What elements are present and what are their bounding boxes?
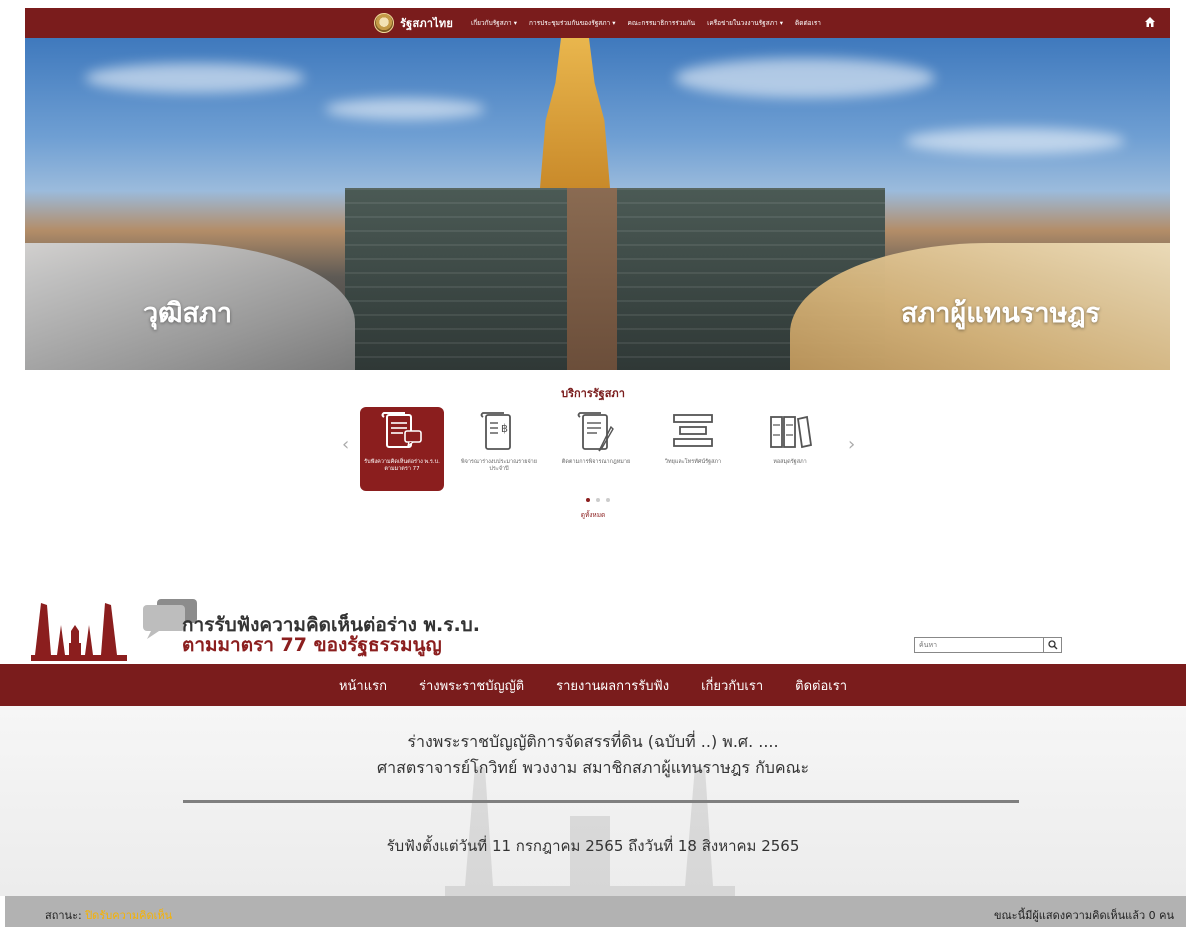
nav-bills[interactable]: ร่างพระราชบัญญัติ <box>419 675 524 696</box>
bill-proposer: ศาสตราจารย์โกวิทย์ พวงงาม สมาชิกสภาผู้แท… <box>376 758 810 777</box>
broadcast-icon <box>673 414 713 447</box>
service-label: วิทยุและโทรทัศน์รัฐสภา <box>664 459 722 465</box>
service-public-hearing[interactable]: รับฟังความคิดเห็นต่อร่าง พ.ร.บ. ตามมาตรา… <box>360 407 444 491</box>
bill-title: ร่างพระราชบัญญัติการจัดสรรที่ดิน (ฉบับที… <box>407 732 779 751</box>
service-label: หอสมุดรัฐสภา <box>773 459 807 465</box>
menu-joint-committee[interactable]: คณะกรรมาธิการร่วมกัน <box>628 18 696 28</box>
law-tracking-icon <box>577 412 614 452</box>
cloud-shape <box>675 58 935 98</box>
brand[interactable]: รัฐสภาไทย <box>374 13 453 33</box>
carousel-dot[interactable] <box>586 498 590 502</box>
democracy-monument-logo <box>31 599 197 661</box>
nav-hearing-report[interactable]: รายงานผลการรับฟัง <box>556 675 669 696</box>
status-label: สถานะ: <box>45 909 82 922</box>
status-bar: สถานะ: ปิดรับความคิดเห็น ขณะนี้มีผู้แสดง… <box>5 896 1186 927</box>
comment-count: ขณะนี้มีผู้แสดงความคิดเห็นแล้ว 0 คน <box>993 909 1174 922</box>
carousel-prev-icon[interactable]: ‹ <box>342 434 349 455</box>
search-icon <box>1047 640 1057 650</box>
senate-label[interactable]: วุฒิสภา <box>143 291 232 334</box>
service-label: ติดตามการพิจารณากฎหมาย <box>561 459 631 465</box>
cloud-shape <box>905 128 1125 154</box>
menu-contact[interactable]: ติดต่อเรา <box>795 18 821 28</box>
hearing-nav: หน้าแรก ร่างพระราชบัญญัติ รายงานผลการรับ… <box>0 664 1186 706</box>
svg-text:฿: ฿ <box>501 422 508 435</box>
see-all-link[interactable]: ดูทั้งหมด <box>0 510 1186 520</box>
status-group: สถานะ: ปิดรับความคิดเห็น <box>45 906 172 924</box>
services-carousel: รับฟังความคิดเห็นต่อร่าง พ.ร.บ. ตามมาตรา… <box>360 407 830 497</box>
nav-about-us[interactable]: เกี่ยวกับเรา <box>701 675 763 696</box>
menu-network[interactable]: เครือข่ายในวงงานรัฐสภา ▾ <box>707 18 783 28</box>
hearing-period: รับฟังตั้งแต่วันที่ 11 กรกฎาคม 2565 ถึงว… <box>386 837 800 855</box>
cloud-shape <box>325 98 485 120</box>
nav-home[interactable]: หน้าแรก <box>339 675 387 696</box>
comment-document-icon <box>381 412 422 448</box>
top-menu: เกี่ยวกับรัฐสภา ▾ การประชุมร่วมกันของรัฐ… <box>471 18 821 28</box>
house-label[interactable]: สภาผู้แทนราษฎร <box>901 291 1100 334</box>
services-title: บริการรัฐสภา <box>561 387 625 400</box>
nav-contact[interactable]: ติดต่อเรา <box>795 675 847 696</box>
carousel-dot[interactable] <box>606 498 610 502</box>
hero-banner: วุฒิสภา สภาผู้แทนราษฎร <box>25 38 1170 370</box>
top-nav: รัฐสภาไทย เกี่ยวกับรัฐสภา ▾ การประชุมร่ว… <box>25 8 1170 38</box>
hearing-title-line2: ตามมาตรา 77 ของรัฐธรรมนูญ <box>182 634 442 656</box>
brand-name: รัฐสภาไทย <box>400 17 454 30</box>
status-value: ปิดรับความคิดเห็น <box>85 909 173 922</box>
menu-joint-sitting[interactable]: การประชุมร่วมกันของรัฐสภา ▾ <box>529 18 616 28</box>
parliament-stair <box>567 188 617 370</box>
bill-detail-panel: ร่างพระราชบัญญัติการจัดสรรที่ดิน (ฉบับที… <box>0 706 1186 896</box>
carousel-next-icon[interactable]: › <box>848 434 855 455</box>
service-radio-tv[interactable]: วิทยุและโทรทัศน์รัฐสภา <box>651 407 735 491</box>
service-budget-review[interactable]: ฿ พิจารณาร่างงบประมาณรายจ่ายประจำปี <box>457 407 541 491</box>
service-law-tracking[interactable]: ติดตามการพิจารณากฎหมาย <box>554 407 638 491</box>
parliament-tower <box>540 38 610 188</box>
search-button[interactable] <box>1044 637 1062 653</box>
home-icon[interactable] <box>1144 16 1156 28</box>
service-label: พิจารณาร่างงบประมาณรายจ่ายประจำปี <box>460 459 537 472</box>
service-library[interactable]: หอสมุดรัฐสภา <box>748 407 832 491</box>
divider <box>183 800 1019 803</box>
budget-document-icon: ฿ <box>480 412 511 450</box>
search-input[interactable] <box>914 637 1044 653</box>
page: รัฐสภาไทย เกี่ยวกับรัฐสภา ▾ การประชุมร่ว… <box>0 0 1186 927</box>
carousel-dot[interactable] <box>596 498 600 502</box>
cloud-shape <box>85 63 305 93</box>
parliament-seal-icon <box>374 13 395 33</box>
service-label: รับฟังความคิดเห็นต่อร่าง พ.ร.บ. ตามมาตรา… <box>364 459 440 472</box>
library-icon <box>770 415 813 449</box>
search-box <box>914 637 1062 653</box>
menu-about-parliament[interactable]: เกี่ยวกับรัฐสภา ▾ <box>471 18 517 28</box>
carousel-dots <box>586 498 610 502</box>
